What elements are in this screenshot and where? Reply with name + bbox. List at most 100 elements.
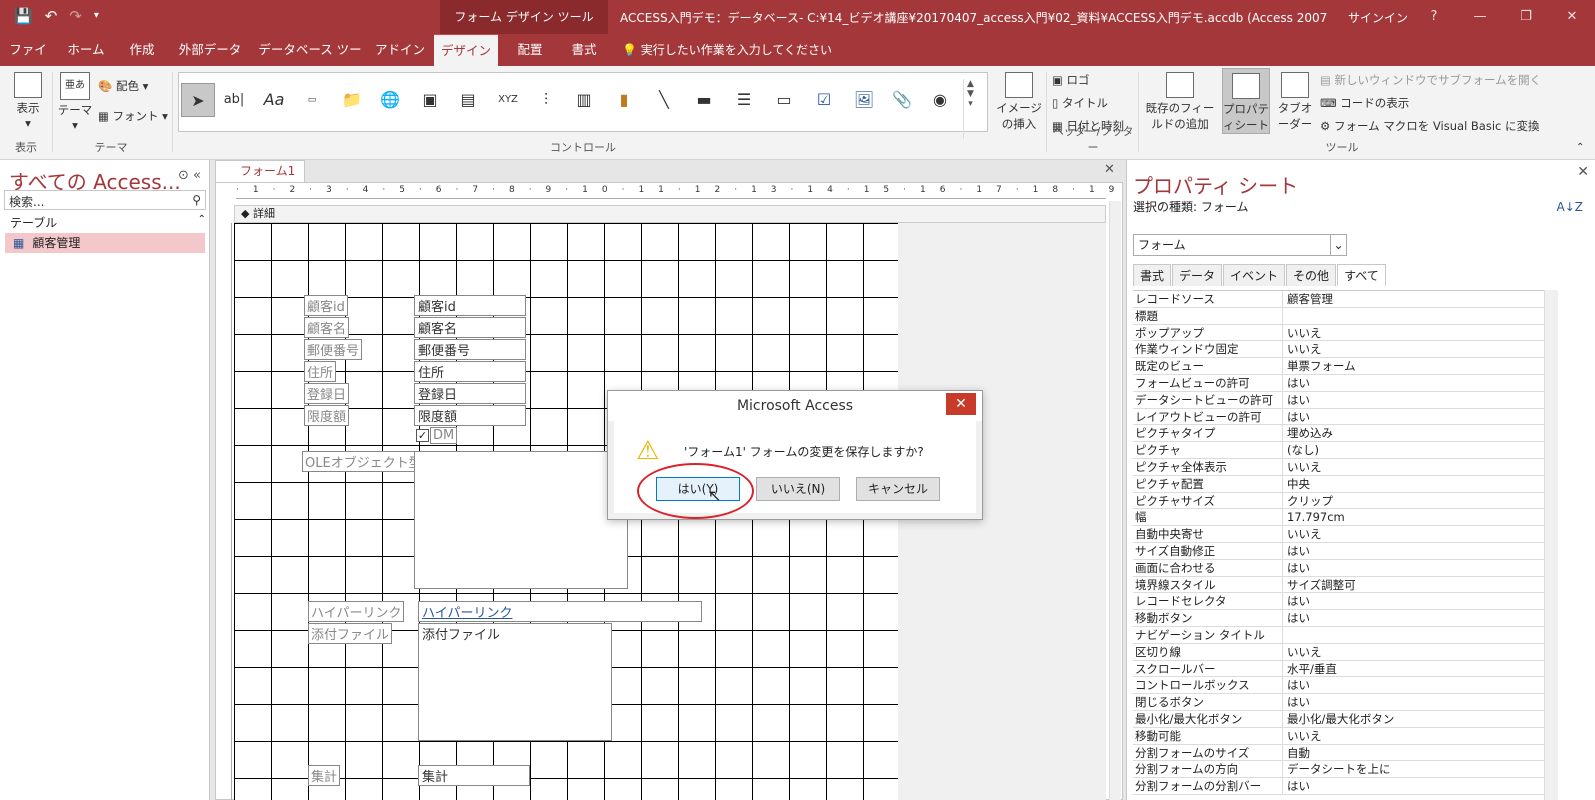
label-postal-code[interactable]: 郵便番号 — [304, 339, 363, 360]
tab-arrange[interactable]: 配置 — [506, 34, 554, 66]
field-limit[interactable]: 限度額 — [414, 405, 526, 426]
property-value[interactable]: 単票フォーム — [1283, 358, 1545, 374]
select-pointer-icon[interactable]: ➤ — [181, 83, 215, 117]
property-value[interactable]: クリップ — [1283, 493, 1545, 509]
property-value[interactable]: いいえ — [1283, 459, 1545, 475]
property-row[interactable]: 画面に合わせる はい — [1133, 559, 1545, 577]
option-button-icon[interactable]: ◉ — [925, 83, 955, 117]
minimize-icon[interactable]: — — [1457, 0, 1503, 34]
designer-vertical-scrollbar[interactable] — [1109, 201, 1121, 800]
combo-box-icon[interactable]: ▥ — [569, 83, 599, 117]
cancel-button[interactable]: キャンセル — [856, 477, 940, 501]
property-row[interactable]: レコードセレクタ はい — [1133, 593, 1545, 611]
tab-external-data[interactable]: 外部データ — [172, 34, 248, 66]
tab-addins[interactable]: アドイン — [372, 34, 428, 66]
property-value[interactable]: いいえ — [1283, 325, 1545, 341]
title-button[interactable]: ▯ タイトル — [1052, 95, 1108, 111]
rectangle-control-icon[interactable]: ▭ — [769, 83, 799, 117]
close-document-icon[interactable]: ✕ — [1104, 162, 1115, 177]
logo-button[interactable]: ▣ ロゴ — [1052, 72, 1090, 88]
convert-macro-button[interactable]: ⚙ フォーム マクロを Visual Basic に変換 — [1320, 118, 1540, 134]
property-value[interactable]: はい — [1283, 610, 1545, 626]
textbox-control-icon[interactable]: ab| — [219, 83, 249, 117]
document-tab-form1[interactable]: フォーム1 — [215, 160, 305, 182]
property-scrollbar[interactable] — [1544, 290, 1558, 800]
property-row[interactable]: ピクチャ配置 中央 — [1133, 475, 1545, 493]
object-select[interactable]: フォーム ⌄ — [1133, 234, 1347, 256]
insert-image-button[interactable]: イメージの挿入 — [996, 72, 1042, 132]
hyperlink-control-icon[interactable]: 🌐 — [375, 83, 405, 117]
ptab-event[interactable]: イベント — [1223, 264, 1286, 286]
property-row[interactable]: レイアウトビューの許可 はい — [1133, 408, 1545, 426]
property-value[interactable]: (なし) — [1283, 442, 1545, 458]
tab-database-tools[interactable]: データベース ツール — [254, 34, 366, 89]
label-limit[interactable]: 限度額 — [304, 405, 350, 426]
image-control-icon[interactable]: 🖼 — [849, 83, 879, 117]
property-row[interactable]: 最小化/最大化ボタン 最小化/最大化ボタン — [1133, 710, 1545, 728]
label-customer-id[interactable]: 顧客id — [304, 295, 348, 316]
property-value[interactable]: はい — [1283, 593, 1545, 609]
property-value[interactable]: はい — [1283, 409, 1545, 425]
tell-me-box[interactable]: 💡 実行したい作業を入力してください — [622, 34, 832, 66]
property-value[interactable]: はい — [1283, 392, 1545, 408]
color-button[interactable]: 🎨 配色 ▾ — [98, 78, 148, 94]
tab-home[interactable]: ホーム — [60, 34, 112, 66]
nav-search-input[interactable]: 検索... ⚲ — [4, 190, 206, 210]
dialog-close-icon[interactable]: ✕ — [946, 393, 976, 415]
detail-section-bar[interactable]: ◆ 詳細 — [234, 205, 1106, 223]
property-value[interactable]: サイズ調整可 — [1283, 577, 1545, 593]
web-browser-control-icon[interactable]: ▣ — [415, 83, 445, 117]
property-row[interactable]: ナビゲーション タイトル — [1133, 626, 1545, 644]
view-code-button[interactable]: ⌨ コードの表示 — [1320, 95, 1409, 111]
tab-create[interactable]: 作成 — [118, 34, 166, 66]
list-box-icon[interactable]: ☰ — [729, 83, 759, 117]
checkbox-control-icon[interactable]: ☑ — [809, 83, 839, 117]
chart-control-icon[interactable]: ▮ — [609, 83, 639, 117]
redo-icon[interactable]: ↷ — [69, 7, 82, 25]
field-address[interactable]: 住所 — [414, 361, 526, 382]
field-customer-id[interactable]: 顧客id — [414, 295, 526, 316]
property-row[interactable]: 自動中央寄せ いいえ — [1133, 526, 1545, 543]
property-row[interactable]: 閉じるボタン はい — [1133, 694, 1545, 711]
line-control-icon[interactable]: ╲ — [649, 83, 679, 117]
navigation-control-icon[interactable]: ▤ — [453, 83, 483, 117]
property-value[interactable]: 最小化/最大化ボタン — [1283, 711, 1545, 727]
theme-button[interactable]: 亜あ テーマ ▾ — [56, 72, 94, 132]
property-row[interactable]: 移動可能 いいえ — [1133, 727, 1545, 745]
property-row[interactable]: 境界線スタイル サイズ調整可 — [1133, 576, 1545, 594]
nav-item-customer[interactable]: ▦ 顧客管理 — [5, 233, 205, 253]
property-value[interactable]: はい — [1283, 375, 1545, 391]
save-icon[interactable]: 💾 — [14, 7, 33, 25]
property-value[interactable]: データシートを上に — [1283, 761, 1545, 777]
label-dm[interactable]: DM — [430, 427, 458, 444]
field-register-date[interactable]: 登録日 — [414, 383, 526, 404]
nav-group-tables[interactable]: テーブル ⌃ — [10, 214, 206, 232]
property-value[interactable]: はい — [1283, 560, 1545, 576]
help-button[interactable]: ? — [1411, 0, 1457, 34]
field-hyperlink[interactable]: ハイパーリンク — [418, 601, 702, 622]
property-row[interactable]: 分割フォームの分割バー はい — [1133, 778, 1545, 795]
collapse-ribbon-icon[interactable]: ⌃ — [1576, 142, 1584, 153]
ptab-format[interactable]: 書式 — [1133, 264, 1172, 286]
property-value[interactable] — [1283, 627, 1545, 643]
property-row[interactable]: 標題 — [1133, 307, 1545, 325]
ptab-all[interactable]: すべて — [1337, 264, 1386, 286]
property-sheet-close-icon[interactable]: ✕ — [1577, 164, 1589, 180]
nav-collapse-icon[interactable]: « — [193, 168, 201, 183]
property-row[interactable]: ピクチャ (なし) — [1133, 442, 1545, 459]
property-value[interactable]: はい — [1283, 694, 1545, 710]
property-row[interactable]: 既定のビュー 単票フォーム — [1133, 358, 1545, 375]
property-row[interactable]: スクロールバー 水平/垂直 — [1133, 660, 1545, 678]
property-value[interactable]: いいえ — [1283, 341, 1545, 357]
ptab-other[interactable]: その他 — [1286, 264, 1337, 286]
tab-design[interactable]: デザイン — [434, 34, 498, 66]
property-value[interactable]: はい — [1283, 543, 1545, 559]
property-row[interactable]: ピクチャ全体表示 いいえ — [1133, 458, 1545, 476]
property-value[interactable]: 水平/垂直 — [1283, 661, 1545, 677]
property-value[interactable]: 自動 — [1283, 745, 1545, 761]
property-value[interactable]: いいえ — [1283, 644, 1545, 660]
property-sheet-button[interactable]: プロパティシート — [1222, 68, 1270, 134]
property-value[interactable]: いいえ — [1283, 728, 1545, 744]
property-row[interactable]: 分割フォームのサイズ 自動 — [1133, 744, 1545, 762]
property-value[interactable]: はい — [1283, 778, 1545, 794]
